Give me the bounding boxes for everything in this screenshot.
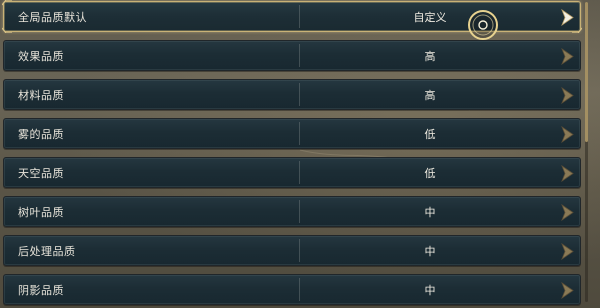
chevron-right-icon[interactable]: [560, 204, 574, 221]
setting-value: 中: [424, 206, 436, 219]
setting-value: 低: [424, 128, 436, 141]
setting-label: 效果品质: [18, 50, 64, 63]
setting-value: 自定义: [413, 11, 447, 24]
chevron-right-icon[interactable]: [560, 282, 574, 299]
setting-value: 高: [424, 89, 436, 102]
setting-row-postprocess-quality[interactable]: 后处理品质 中: [3, 235, 581, 266]
setting-row-foliage-quality[interactable]: 树叶品质 中: [3, 196, 581, 227]
setting-label: 全局品质默认: [18, 11, 87, 24]
setting-row-material-quality[interactable]: 材料品质 高: [3, 79, 581, 110]
chevron-right-icon[interactable]: [560, 126, 574, 143]
setting-label: 后处理品质: [18, 245, 76, 258]
corner-ornament: [2, 0, 12, 6]
chevron-right-icon[interactable]: [560, 9, 574, 26]
setting-label: 材料品质: [18, 89, 64, 102]
setting-row-effects-quality[interactable]: 效果品质 高: [3, 40, 581, 71]
setting-label: 阴影品质: [18, 284, 64, 297]
cursor-ring-icon: [468, 10, 498, 40]
setting-value: 中: [424, 245, 436, 258]
chevron-right-icon[interactable]: [560, 87, 574, 104]
setting-value: 高: [424, 50, 436, 63]
corner-ornament: [2, 27, 12, 33]
chevron-right-icon[interactable]: [560, 48, 574, 65]
setting-value: 中: [424, 284, 436, 297]
setting-row-shadow-quality[interactable]: 阴影品质 中: [3, 274, 581, 305]
setting-row-sky-quality[interactable]: 天空品质 低: [3, 157, 581, 188]
scrollbar-thumb[interactable]: [585, 2, 588, 142]
corner-ornament: [572, 27, 582, 33]
scrollbar-track[interactable]: [585, 2, 588, 302]
setting-value: 低: [424, 167, 436, 180]
setting-row-fog-quality[interactable]: 雾的品质 低: [3, 118, 581, 149]
setting-label: 天空品质: [18, 167, 64, 180]
chevron-right-icon[interactable]: [560, 165, 574, 182]
setting-label: 雾的品质: [18, 128, 64, 141]
chevron-right-icon[interactable]: [560, 243, 574, 260]
setting-label: 树叶品质: [18, 206, 64, 219]
